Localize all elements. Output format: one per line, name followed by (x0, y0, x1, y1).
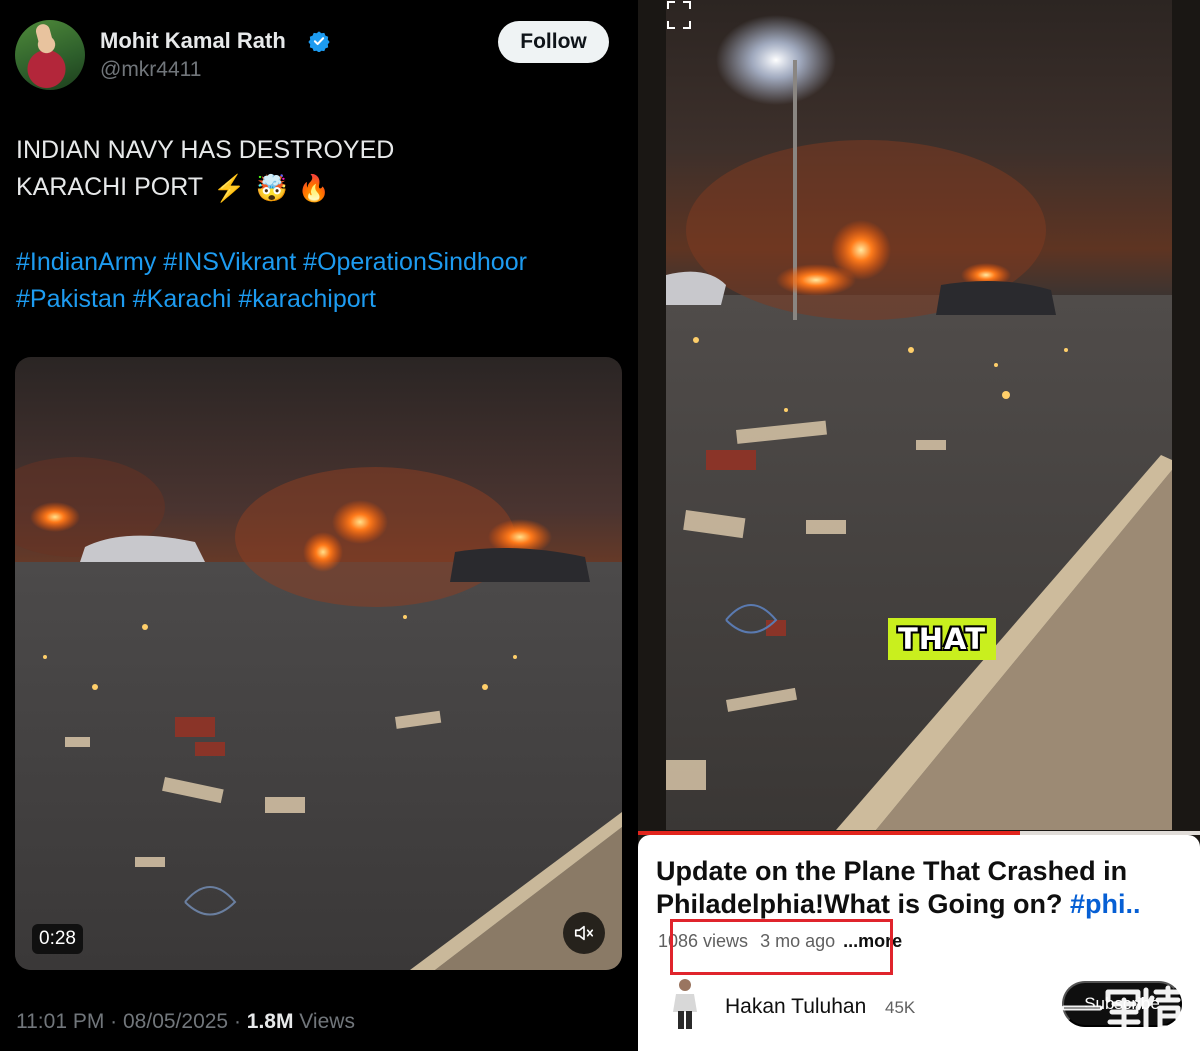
hashtag-line[interactable]: #IndianArmy #INSVikrant #OperationSindho… (16, 244, 626, 281)
channel-avatar[interactable] (668, 976, 702, 1032)
channel-name[interactable]: Hakan Tuluhan (725, 995, 866, 1019)
views-count: 1.8M (246, 1010, 294, 1033)
subscriber-count: 45K (885, 998, 916, 1017)
user-handle[interactable]: @mkr4411 (100, 58, 201, 82)
shorts-video-player[interactable]: THAT (666, 0, 1172, 830)
follow-button[interactable]: Follow (498, 21, 609, 63)
video-duration: 0:28 (32, 924, 83, 954)
video-frame-image (666, 0, 1172, 830)
speaker-muted-icon (574, 925, 594, 941)
post-text-fragment: KARACHI PORT (16, 173, 204, 201)
fullscreen-icon[interactable] (666, 0, 692, 30)
lightning-emoji-icon: ⚡ (213, 173, 246, 203)
post-text-line: KARACHI PORT ⚡ 🤯 🔥 (16, 169, 616, 207)
exploding-head-emoji-icon: 🤯 (255, 173, 288, 203)
post-metadata: 11:01 PM · 08/05/2025 · 1.8M Views (16, 1010, 355, 1034)
hashtags[interactable]: #IndianArmy #INSVikrant #OperationSindho… (16, 244, 626, 318)
separator: · (104, 1010, 123, 1033)
avatar[interactable] (15, 20, 85, 90)
youtube-shorts-screenshot: THAT Update on the Plane That Crashed in… (638, 0, 1200, 1051)
hashtag-line[interactable]: #Pakistan #Karachi #karachiport (16, 281, 626, 318)
verified-badge-icon (308, 31, 330, 52)
x-post-screenshot: Mohit Kamal Rath @mkr4411 Follow INDIAN … (0, 0, 638, 1051)
post-text: INDIAN NAVY HAS DESTROYED KARACHI PORT ⚡ 🤯… (16, 132, 616, 207)
fire-emoji-icon: 🔥 (297, 173, 331, 203)
video-title[interactable]: Update on the Plane That Crashed in Phil… (656, 855, 1196, 921)
watermark-logo (1023, 985, 1183, 1032)
video-title-text: Update on the Plane That Crashed in Phil… (656, 856, 1128, 919)
display-name[interactable]: Mohit Kamal Rath (100, 28, 286, 54)
views-label: Views (293, 1010, 355, 1033)
post-date[interactable]: 08/05/2025 (123, 1010, 228, 1033)
post-time[interactable]: 11:01 PM (16, 1010, 104, 1033)
separator: · (228, 1010, 247, 1033)
title-hashtag[interactable]: #phi.. (1070, 889, 1141, 919)
video-frame-image (15, 357, 622, 970)
post-text-line: INDIAN NAVY HAS DESTROYED (16, 136, 395, 164)
caption-overlay: THAT (888, 618, 997, 660)
mute-button[interactable] (563, 912, 605, 954)
video-player[interactable] (15, 357, 622, 970)
red-highlight-box (670, 919, 893, 975)
